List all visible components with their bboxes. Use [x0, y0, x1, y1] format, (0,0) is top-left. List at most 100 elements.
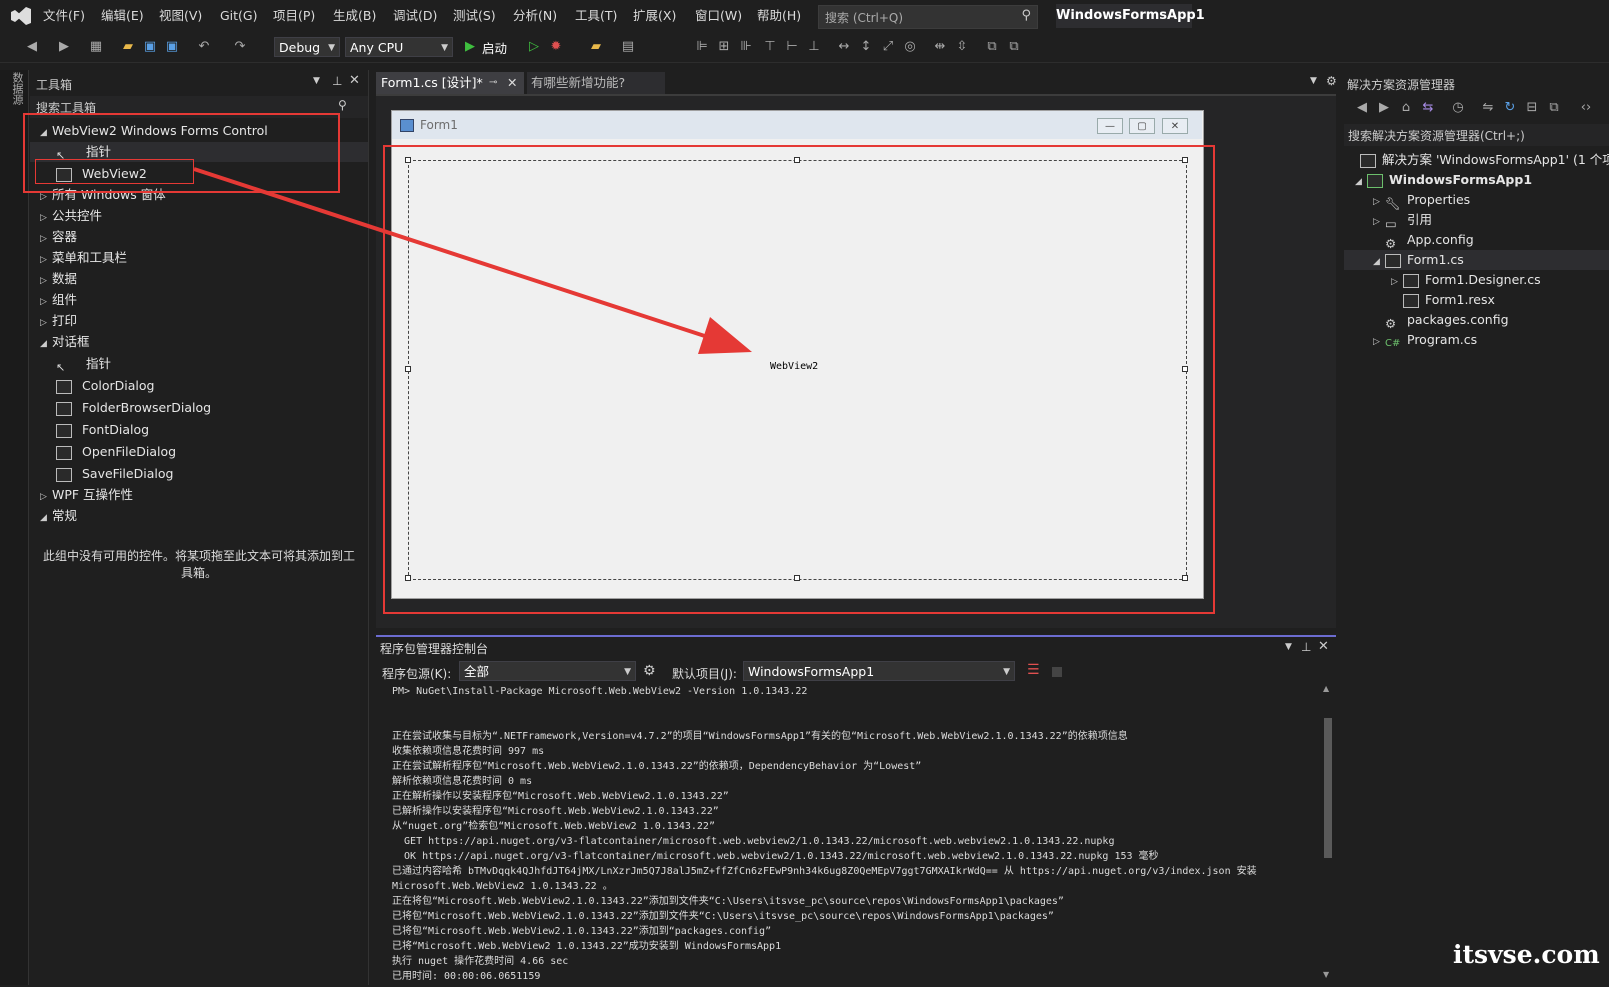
- toolbox-item[interactable]: FolderBrowserDialog: [56, 398, 211, 418]
- solution-search-input[interactable]: 搜索解决方案资源管理器(Ctrl+;): [1344, 124, 1609, 146]
- align-top-icon[interactable]: ⊤: [762, 39, 778, 55]
- refresh-icon[interactable]: ↻: [1502, 100, 1518, 116]
- same-height-icon[interactable]: ↕: [858, 39, 874, 55]
- undo-icon[interactable]: ↶: [196, 39, 212, 55]
- bring-to-front-icon[interactable]: ⧉: [984, 39, 1000, 55]
- toolbox-group[interactable]: ▷ 数据: [40, 269, 77, 289]
- save-all-icon[interactable]: ▣: [164, 39, 180, 55]
- menu-analyze[interactable]: 分析(N): [513, 6, 557, 26]
- close-icon[interactable]: ✕: [1162, 118, 1188, 134]
- solution-item[interactable]: ▷ 🔧︎ Properties: [1373, 190, 1470, 211]
- pin-icon[interactable]: ⊥: [1301, 640, 1311, 654]
- size-to-grid-icon[interactable]: ◎: [902, 39, 918, 55]
- solution-item-form1[interactable]: ◢ Form1.cs: [1373, 250, 1464, 270]
- settings-gear-icon[interactable]: ⚙: [1326, 74, 1337, 88]
- console-scrollbar[interactable]: ▲ ▼: [1322, 684, 1334, 982]
- dropdown-icon[interactable]: ▼: [1285, 642, 1292, 652]
- layout-icon[interactable]: ▤: [620, 39, 636, 55]
- align-right-icon[interactable]: ⊪: [738, 39, 754, 55]
- data-sources-tab[interactable]: 数据源: [9, 72, 25, 105]
- same-size-icon[interactable]: ⤢: [880, 39, 896, 55]
- collapse-all-icon[interactable]: ⊟: [1524, 100, 1540, 116]
- toolbox-group[interactable]: ▷ 容器: [40, 227, 77, 247]
- scrollbar-thumb[interactable]: [1324, 718, 1332, 858]
- spacing-icon[interactable]: ⇹: [932, 39, 948, 55]
- back-icon[interactable]: ◀: [24, 39, 40, 55]
- switch-views-icon[interactable]: ⇆: [1420, 100, 1436, 116]
- menu-file[interactable]: 文件(F): [43, 6, 85, 26]
- tab-list-dropdown-icon[interactable]: ▼: [1310, 76, 1317, 86]
- visual-studio-logo-icon[interactable]: [10, 6, 32, 26]
- close-icon[interactable]: ✕: [507, 72, 517, 94]
- pin-icon[interactable]: ⊥: [332, 74, 342, 88]
- redo-icon[interactable]: ↷: [232, 39, 248, 55]
- vertical-spacing-icon[interactable]: ⇳: [954, 39, 970, 55]
- back-icon[interactable]: ◀: [1354, 100, 1370, 116]
- solution-item[interactable]: ▷ Form1.Designer.cs: [1391, 270, 1541, 290]
- menu-window[interactable]: 窗口(W): [695, 6, 742, 26]
- dropdown-icon[interactable]: ▼: [313, 76, 320, 86]
- toolbox-group[interactable]: ▷ 组件: [40, 290, 77, 310]
- toolbox-item[interactable]: ColorDialog: [56, 376, 154, 396]
- toolbox-group[interactable]: ▷ 菜单和工具栏: [40, 248, 127, 268]
- toolbox-item[interactable]: FontDialog: [56, 420, 149, 440]
- align-center-icon[interactable]: ⊞: [716, 39, 732, 55]
- solution-item[interactable]: ⚙ App.config: [1385, 230, 1474, 251]
- toolbox-item[interactable]: ↖ 指针: [56, 354, 111, 374]
- menu-help[interactable]: 帮助(H): [757, 6, 801, 26]
- project-node[interactable]: ◢ WindowsFormsApp1: [1355, 170, 1532, 190]
- send-to-back-icon[interactable]: ⧉: [1006, 39, 1022, 55]
- forward-icon[interactable]: ▶: [1376, 100, 1392, 116]
- start-play-icon[interactable]: ▶: [462, 39, 478, 55]
- align-bottom-icon[interactable]: ⊥: [806, 39, 822, 55]
- menu-project[interactable]: 项目(P): [273, 6, 315, 26]
- view-code-icon[interactable]: ‹›: [1578, 100, 1594, 116]
- toolbox-item[interactable]: SaveFileDialog: [56, 464, 173, 484]
- align-left-icon[interactable]: ⊫: [694, 39, 710, 55]
- align-middle-icon[interactable]: ⊢: [784, 39, 800, 55]
- search-input[interactable]: 搜索 (Ctrl+Q) ⚲: [818, 5, 1038, 29]
- search-icon[interactable]: ⚲: [338, 98, 347, 112]
- scroll-up-icon[interactable]: ▲: [1323, 684, 1329, 693]
- menu-view[interactable]: 视图(V): [159, 6, 202, 26]
- platform-select[interactable]: Any CPU ▼: [345, 37, 453, 57]
- menu-test[interactable]: 测试(S): [453, 6, 496, 26]
- settings-gear-icon[interactable]: ⚙: [643, 663, 656, 679]
- toolbox-group-general[interactable]: ◢ 常规: [40, 506, 77, 526]
- package-source-select[interactable]: 全部 ▼: [459, 661, 636, 681]
- solution-item[interactable]: ⚙ packages.config: [1385, 310, 1509, 331]
- clear-console-icon[interactable]: ☰: [1027, 662, 1040, 678]
- menu-edit[interactable]: 编辑(E): [101, 6, 144, 26]
- toolbox-group[interactable]: ▷ 公共控件: [40, 206, 102, 226]
- sync-icon[interactable]: ⇋: [1480, 100, 1496, 116]
- minimize-icon[interactable]: —: [1097, 118, 1123, 134]
- same-width-icon[interactable]: ↔: [836, 39, 852, 55]
- menu-debug[interactable]: 调试(D): [393, 6, 437, 26]
- data-sources-strip[interactable]: 数据源: [0, 70, 29, 985]
- menu-extensions[interactable]: 扩展(X): [633, 6, 676, 26]
- default-project-select[interactable]: WindowsFormsApp1 ▼: [743, 661, 1015, 681]
- pending-changes-icon[interactable]: ◷: [1450, 100, 1466, 116]
- toolbox-item[interactable]: OpenFileDialog: [56, 442, 176, 462]
- stop-icon[interactable]: [1052, 667, 1062, 677]
- tab-form1-design[interactable]: Form1.cs [设计]* ⊸ ✕: [376, 72, 524, 94]
- menu-tools[interactable]: 工具(T): [575, 6, 617, 26]
- solution-node[interactable]: 解决方案 'WindowsFormsApp1' (1 个项目: [1360, 150, 1609, 170]
- new-project-icon[interactable]: ▦: [88, 39, 104, 55]
- save-icon[interactable]: ▣: [142, 39, 158, 55]
- solution-item[interactable]: Form1.resx: [1403, 290, 1495, 310]
- toolbox-group[interactable]: ▷ WPF 互操作性: [40, 485, 133, 505]
- solution-item[interactable]: ▷ C# Program.cs: [1373, 330, 1477, 350]
- configuration-select[interactable]: Debug ▼: [274, 37, 340, 57]
- start-without-debug-icon[interactable]: ▷: [526, 39, 542, 55]
- home-icon[interactable]: ⌂: [1398, 100, 1414, 116]
- start-button[interactable]: 启动: [482, 38, 507, 57]
- open-folder-icon[interactable]: ▰: [120, 39, 136, 55]
- solution-folder-icon[interactable]: ▰: [588, 39, 604, 55]
- hot-reload-icon[interactable]: ✹: [548, 39, 564, 55]
- show-all-files-icon[interactable]: ⧉: [1546, 100, 1562, 116]
- toolbox-group-dialogs[interactable]: ◢ 对话框: [40, 332, 90, 352]
- solution-item[interactable]: ▷ ▭ 引用: [1373, 210, 1432, 231]
- maximize-icon[interactable]: ▢: [1129, 118, 1155, 134]
- toolbox-group[interactable]: ▷ 打印: [40, 311, 77, 331]
